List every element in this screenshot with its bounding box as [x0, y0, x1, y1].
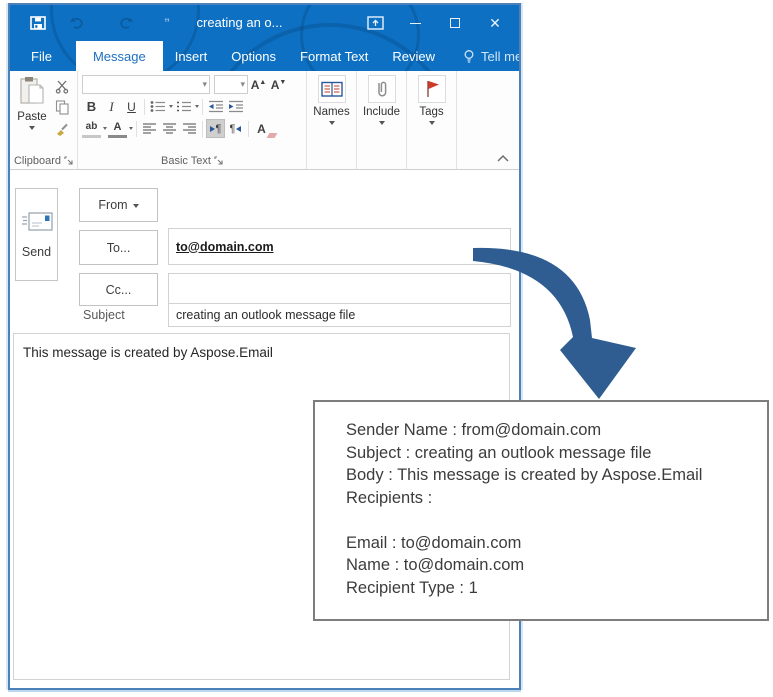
save-icon[interactable]	[30, 16, 46, 30]
lightbulb-icon	[463, 49, 475, 64]
left-to-right-direction-button[interactable]: ¶	[206, 119, 225, 138]
clipboard-group-label: Clipboard	[13, 154, 62, 167]
tab-message[interactable]: Message	[75, 41, 163, 71]
italic-button[interactable]: I	[102, 97, 121, 116]
callout-body: Body : This message is created by Aspose…	[346, 466, 703, 484]
names-label: Names	[313, 106, 350, 118]
ribbon-group-include[interactable]: Include	[357, 71, 407, 169]
minimize-button[interactable]	[395, 5, 435, 41]
align-left-icon[interactable]	[140, 119, 159, 138]
window-title: creating an o...	[196, 15, 283, 30]
cc-label: Cc...	[105, 282, 132, 297]
cc-field[interactable]	[168, 273, 511, 304]
send-label: Send	[21, 245, 52, 259]
titlebar: ” creating an o... ✕	[10, 5, 519, 41]
include-dropdown-caret	[378, 121, 385, 125]
message-body-text: This message is created by Aspose.Email	[23, 345, 273, 360]
ribbon-tabs: File Message Insert Options Format Text …	[10, 41, 519, 71]
callout-name: Name : to@domain.com	[346, 556, 525, 574]
format-painter-icon[interactable]	[52, 119, 72, 137]
tab-format-text[interactable]: Format Text	[288, 41, 380, 71]
to-field[interactable]: to@domain.com	[168, 228, 511, 265]
font-name-combo[interactable]: ▾	[82, 75, 210, 94]
clipboard-dialog-launcher-icon[interactable]	[64, 156, 73, 165]
callout-email: Email : to@domain.com	[346, 533, 522, 552]
underline-button[interactable]: U	[122, 97, 141, 116]
window-controls: ✕	[355, 5, 515, 41]
callout-blank-line	[346, 509, 759, 532]
cc-button[interactable]: Cc...	[79, 273, 158, 306]
clear-formatting-icon[interactable]: A	[252, 119, 278, 138]
undo-icon[interactable]	[69, 16, 85, 30]
ribbon: Paste Clipboard ▾ ▾ A ▲ A ▼ B I U ab A ¶…	[10, 71, 519, 170]
callout-subject: Subject : creating an outlook message fi…	[346, 443, 652, 462]
increase-indent-icon[interactable]	[226, 97, 245, 116]
close-button[interactable]: ✕	[475, 5, 515, 41]
paste-clipboard-icon	[19, 76, 45, 109]
decrease-indent-icon[interactable]	[206, 97, 225, 116]
basic-text-dialog-launcher-icon[interactable]	[214, 156, 223, 165]
copy-icon[interactable]	[52, 98, 72, 116]
send-button[interactable]: Send	[15, 188, 58, 281]
to-button[interactable]: To...	[79, 230, 158, 265]
send-envelope-icon	[20, 210, 54, 237]
paste-label: Paste	[17, 111, 47, 123]
flag-icon	[417, 75, 446, 103]
ribbon-group-names[interactable]: Names	[307, 71, 357, 169]
subject-value: creating an outlook message file	[176, 308, 356, 322]
ribbon-group-clipboard: Paste Clipboard	[10, 71, 78, 169]
paperclip-icon	[367, 75, 396, 103]
address-book-icon	[317, 75, 346, 103]
cut-icon[interactable]	[52, 77, 72, 95]
shrink-font-icon[interactable]: A ▼	[269, 75, 288, 94]
tab-review[interactable]: Review	[380, 41, 447, 71]
numbering-icon[interactable]	[174, 97, 193, 116]
paste-button[interactable]: Paste	[14, 74, 50, 152]
tab-tell-me-label: Tell me...	[481, 48, 519, 64]
align-right-icon[interactable]	[180, 119, 199, 138]
tags-label: Tags	[419, 106, 444, 118]
bullets-caret	[169, 105, 173, 108]
font-size-combo[interactable]: ▾	[214, 75, 248, 94]
to-label: To...	[106, 240, 131, 255]
grow-font-icon[interactable]: A ▲	[249, 75, 268, 94]
tab-insert[interactable]: Insert	[163, 41, 220, 71]
text-highlight-icon[interactable]: ab	[82, 119, 101, 138]
tab-file[interactable]: File	[19, 41, 64, 71]
to-recipient-value[interactable]: to@domain.com	[176, 240, 274, 254]
include-label: Include	[362, 106, 401, 118]
ribbon-spacer	[457, 71, 519, 169]
subject-field[interactable]: creating an outlook message file	[168, 303, 511, 327]
message-properties-callout: Sender Name : from@domain.com Subject : …	[313, 400, 769, 621]
basic-text-group-label: Basic Text	[161, 154, 211, 167]
bold-button[interactable]: B	[82, 97, 101, 116]
bullets-icon[interactable]	[148, 97, 167, 116]
callout-recipients: Recipients :	[346, 488, 433, 507]
callout-recipient-type: Recipient Type : 1	[346, 578, 478, 597]
paste-dropdown-caret	[29, 126, 35, 130]
callout-sender-name: Sender Name : from@domain.com	[346, 421, 602, 439]
collapse-ribbon-icon[interactable]	[497, 153, 509, 165]
font-color-icon[interactable]: A	[108, 119, 127, 138]
ribbon-group-tags[interactable]: Tags	[407, 71, 457, 169]
highlight-caret	[103, 127, 107, 130]
tab-options[interactable]: Options	[219, 41, 288, 71]
subject-label: Subject	[83, 308, 125, 322]
right-to-left-direction-button[interactable]: ¶	[226, 119, 245, 138]
from-dropdown-caret	[132, 203, 139, 208]
from-label: From	[98, 198, 128, 212]
numbering-caret	[195, 105, 199, 108]
align-center-icon[interactable]	[160, 119, 179, 138]
window-header: ” creating an o... ✕ File Message Insert…	[10, 5, 519, 71]
tags-dropdown-caret	[428, 121, 435, 125]
ribbon-display-options-icon[interactable]	[355, 5, 395, 41]
ribbon-group-basic-text: ▾ ▾ A ▲ A ▼ B I U ab A ¶ ¶ A Basic Text	[78, 71, 307, 169]
maximize-button[interactable]	[435, 5, 475, 41]
from-button[interactable]: From	[79, 188, 158, 222]
names-dropdown-caret	[328, 121, 335, 125]
tab-tell-me[interactable]: Tell me...	[451, 41, 519, 71]
font-color-caret	[129, 127, 133, 130]
